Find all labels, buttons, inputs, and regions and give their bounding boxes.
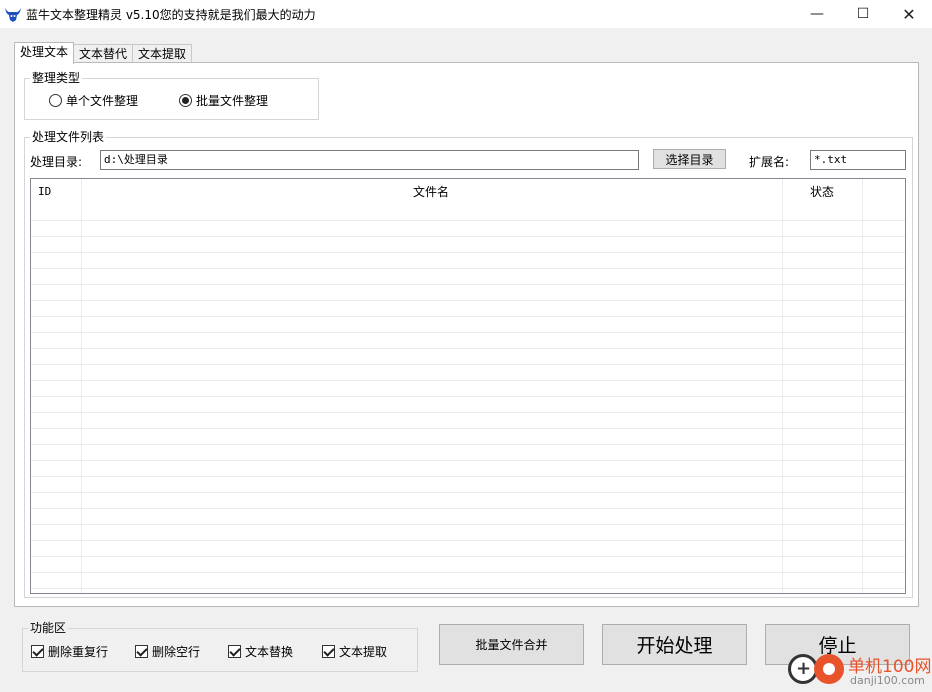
remove-duplicate-lines-checkbox[interactable]: 删除重复行 <box>31 643 108 660</box>
remove-empty-lines-label: 删除空行 <box>152 645 201 659</box>
minimize-button[interactable]: — <box>794 0 840 28</box>
file-list-view[interactable]: ID 文件名 状态 <box>30 178 906 594</box>
watermark-url: danji100.com <box>850 674 925 687</box>
dir-label: 处理目录: <box>30 155 83 169</box>
batch-file-radio[interactable]: 批量文件整理 <box>179 92 268 109</box>
function-area-legend: 功能区 <box>28 621 69 635</box>
tab-process-text[interactable]: 处理文本 <box>14 42 75 64</box>
checkbox-checked-icon <box>31 645 44 658</box>
ext-input[interactable]: *.txt <box>810 150 906 170</box>
file-list-legend: 处理文件列表 <box>30 130 107 144</box>
batch-merge-button[interactable]: 批量文件合并 <box>439 624 584 665</box>
tab-text-extract[interactable]: 文本提取 <box>132 44 193 64</box>
radio-unchecked-icon <box>49 94 62 107</box>
watermark-logo-icon <box>814 654 844 684</box>
column-divider <box>862 179 863 593</box>
maximize-icon: ☐ <box>856 6 870 22</box>
list-header: ID 文件名 状态 <box>31 179 905 205</box>
remove-duplicate-lines-label: 删除重复行 <box>48 645 109 659</box>
window-title: 蓝牛文本整理精灵 v5.10您的支持就是我们最大的动力 <box>26 8 316 22</box>
list-rows <box>31 205 905 593</box>
column-divider <box>81 179 82 593</box>
function-area-group: 功能区 删除重复行 删除空行 文本替换 文本提取 <box>22 621 418 672</box>
close-icon: ✕ <box>902 4 916 24</box>
column-header-status[interactable]: 状态 <box>810 179 834 205</box>
text-replace-label: 文本替换 <box>245 645 294 659</box>
title-bar: 蓝牛文本整理精灵 v5.10您的支持就是我们最大的动力 — ☐ ✕ <box>0 0 932 28</box>
text-extract-checkbox[interactable]: 文本提取 <box>322 643 387 660</box>
dir-input[interactable]: d:\处理目录 <box>100 150 639 170</box>
window-body: 处理文本 文本替代 文本提取 整理类型 单个文件整理 批量文件整理 处理文件列表… <box>0 28 932 692</box>
checkbox-checked-icon <box>322 645 335 658</box>
checkbox-checked-icon <box>135 645 148 658</box>
plus-icon: + <box>796 658 812 679</box>
maximize-button[interactable]: ☐ <box>840 0 886 28</box>
column-divider <box>782 179 783 593</box>
text-replace-checkbox[interactable]: 文本替换 <box>228 643 293 660</box>
radio-checked-icon <box>179 94 192 107</box>
minimize-icon: — <box>810 6 824 22</box>
tab-panel-process-text: 整理类型 单个文件整理 批量文件整理 处理文件列表 处理目录: d:\处理目录 … <box>14 62 919 607</box>
single-file-radio[interactable]: 单个文件整理 <box>49 92 138 109</box>
choose-dir-button[interactable]: 选择目录 <box>653 149 726 169</box>
start-process-button[interactable]: 开始处理 <box>602 624 747 665</box>
close-button[interactable]: ✕ <box>886 0 932 28</box>
tab-strip: 处理文本 文本替代 文本提取 <box>14 42 193 64</box>
checkbox-checked-icon <box>228 645 241 658</box>
site-watermark: + 单机100网 danji100.com <box>784 648 932 692</box>
ext-label: 扩展名: <box>749 155 790 169</box>
column-header-id[interactable]: ID <box>38 179 51 205</box>
tab-text-replace[interactable]: 文本替代 <box>73 44 134 64</box>
single-file-label: 单个文件整理 <box>66 94 139 108</box>
bull-logo-icon <box>5 8 21 22</box>
remove-empty-lines-checkbox[interactable]: 删除空行 <box>135 643 200 660</box>
organize-type-group: 整理类型 单个文件整理 批量文件整理 <box>24 71 319 120</box>
batch-file-label: 批量文件整理 <box>196 94 269 108</box>
organize-type-legend: 整理类型 <box>30 71 83 85</box>
column-header-filename[interactable]: 文件名 <box>413 179 449 205</box>
text-extract-label: 文本提取 <box>339 645 388 659</box>
